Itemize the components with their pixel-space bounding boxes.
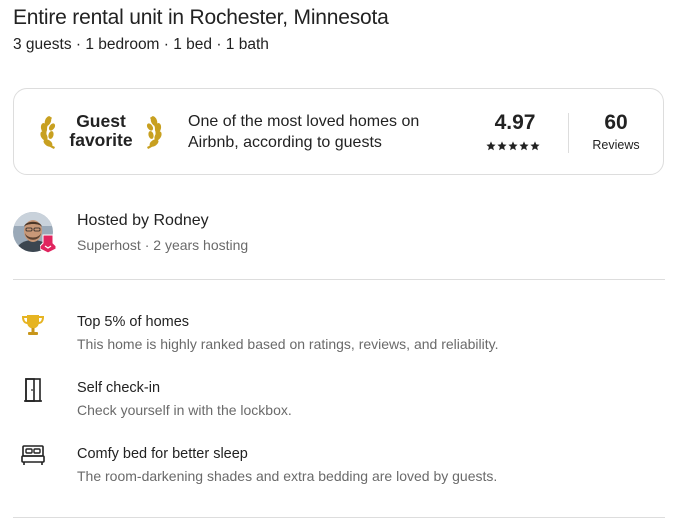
reviews-count[interactable]: 60 <box>580 111 652 135</box>
superhost-badge-icon <box>40 234 56 253</box>
star-icon <box>508 141 518 151</box>
host-avatar-wrap[interactable] <box>13 212 56 253</box>
door-icon <box>24 378 42 402</box>
highlight-title: Self check-in <box>77 380 161 396</box>
star-icon <box>486 141 496 151</box>
listing-subtitle: 3 guests · 1 bedroom · 1 bed · 1 bath <box>13 36 269 53</box>
guest-favorite-label: Guest favorite <box>64 112 138 150</box>
rating-stars <box>486 141 540 151</box>
star-icon <box>519 141 529 151</box>
section-divider <box>13 279 665 280</box>
highlight-description: Check yourself in with the lockbox. <box>77 402 292 418</box>
laurel-left-icon <box>40 116 56 149</box>
reviews-label[interactable]: Reviews <box>580 138 652 152</box>
card-divider <box>568 113 569 153</box>
bed-icon <box>21 445 45 465</box>
section-divider <box>13 517 665 518</box>
guest-favorite-label-line1: Guest <box>76 111 126 131</box>
highlight-description: This home is highly ranked based on rati… <box>77 336 499 352</box>
star-icon <box>497 141 507 151</box>
trophy-icon <box>21 315 45 335</box>
guest-favorite-label-line2: favorite <box>69 130 133 150</box>
highlight-title: Top 5% of homes <box>77 314 190 330</box>
highlight-title: Comfy bed for better sleep <box>77 446 248 462</box>
highlight-description: The room-darkening shades and extra bedd… <box>77 468 498 484</box>
guest-favorite-description: One of the most loved homes on Airbnb, a… <box>188 113 420 151</box>
laurel-right-icon <box>146 116 162 149</box>
host-name[interactable]: Hosted by Rodney <box>77 212 209 230</box>
rating-value: 4.97 <box>494 111 536 134</box>
host-meta: Superhost · 2 years hosting <box>77 237 249 253</box>
guest-favorite-card[interactable]: Guest favorite One of the most loved hom… <box>13 88 664 175</box>
listing-title: Entire rental unit in Rochester, Minneso… <box>13 6 389 29</box>
star-icon <box>530 141 540 151</box>
